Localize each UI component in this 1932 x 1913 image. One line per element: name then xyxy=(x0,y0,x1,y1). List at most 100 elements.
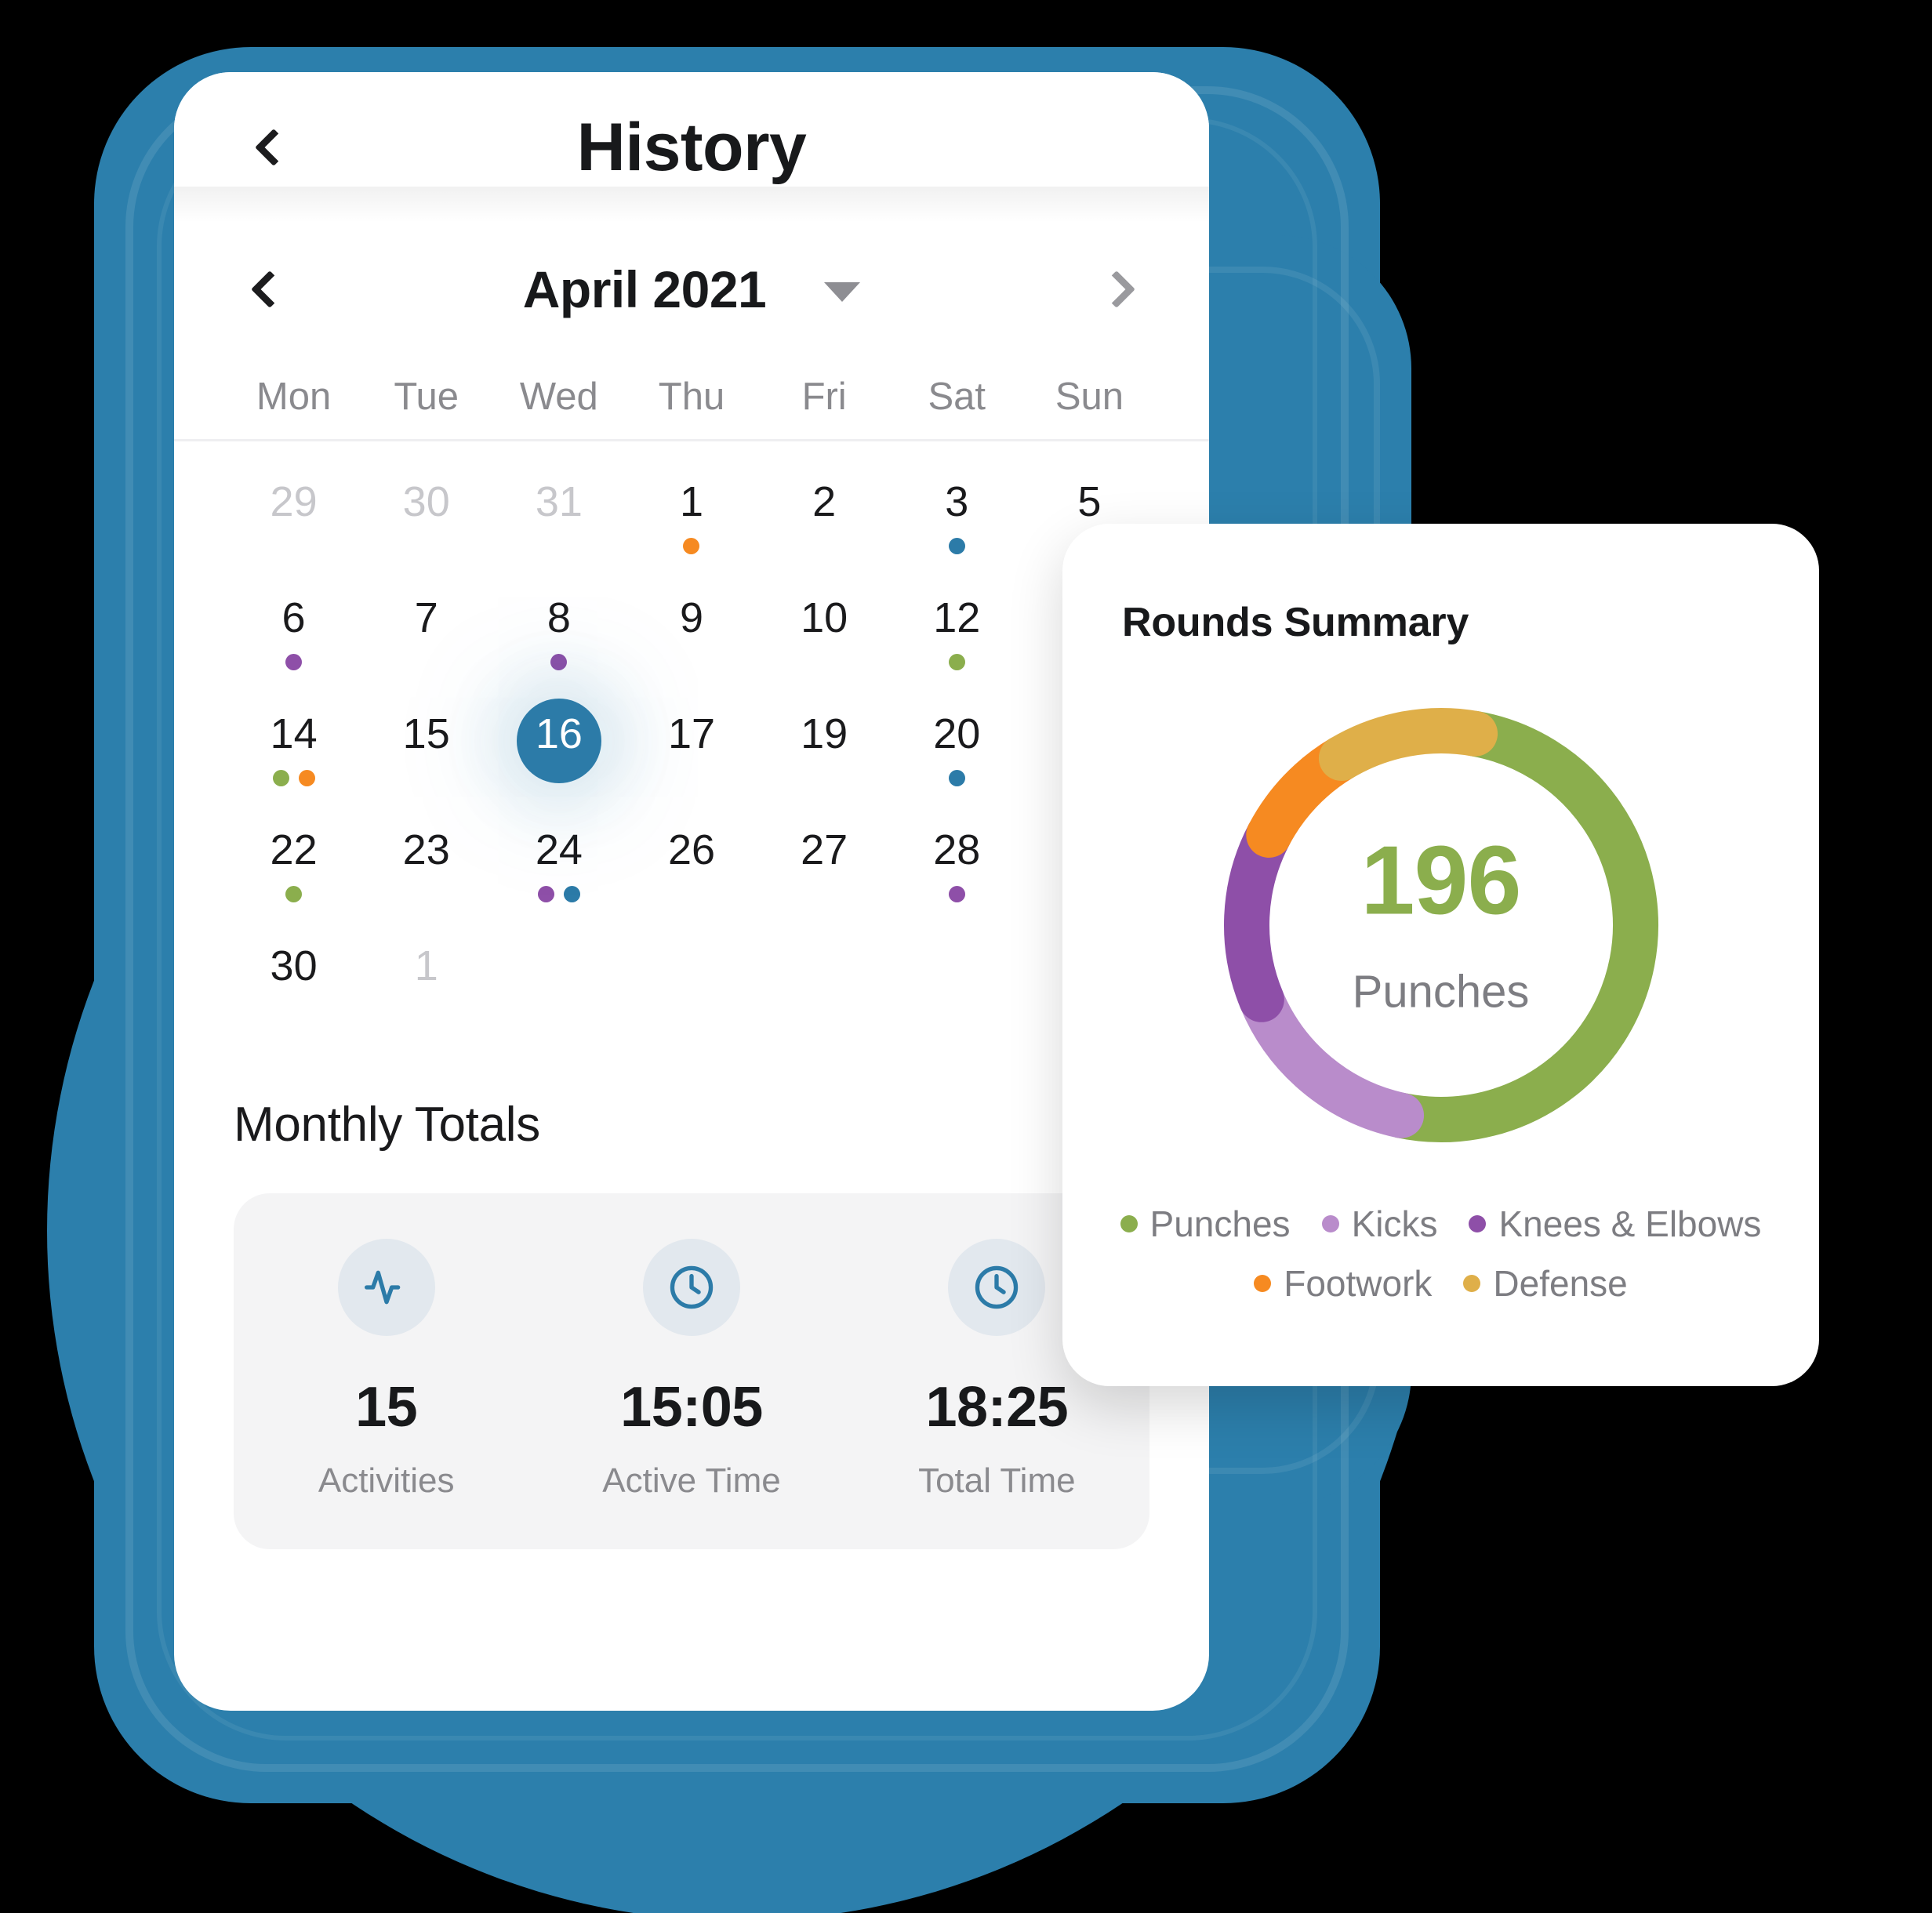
calendar-day-1[interactable]: 1 xyxy=(625,460,757,576)
calendar-day-31[interactable]: 31 xyxy=(492,460,625,576)
calendar-day-28[interactable]: 28 xyxy=(891,808,1023,924)
calendar-day-15[interactable]: 15 xyxy=(360,692,492,808)
donut-segment-knees-elbows xyxy=(1223,811,1291,1022)
calendar-day-23[interactable]: 23 xyxy=(360,808,492,924)
activity-dot xyxy=(563,885,580,902)
donut-segment-defense xyxy=(1318,708,1498,782)
legend-item-kicks[interactable]: Kicks xyxy=(1321,1203,1437,1245)
weekday-thu: Thu xyxy=(658,376,725,418)
legend-color-swatch xyxy=(1254,1275,1272,1292)
legend-color-swatch xyxy=(1463,1275,1481,1292)
title-bar: History xyxy=(174,72,1209,223)
activity-dot xyxy=(683,537,700,554)
calendar-day-10[interactable]: 10 xyxy=(758,576,891,692)
clock-icon xyxy=(642,1239,740,1336)
previous-month-button[interactable] xyxy=(232,256,300,323)
day-activity-dots xyxy=(948,537,965,554)
calendar-day-2[interactable]: 2 xyxy=(758,460,891,576)
activity-dot xyxy=(298,769,315,786)
back-button[interactable] xyxy=(235,113,304,182)
calendar-day-16[interactable]: 16 xyxy=(492,692,625,808)
legend-label: Punches xyxy=(1149,1203,1291,1244)
calendar-day-8[interactable]: 8 xyxy=(492,576,625,692)
day-number: 3 xyxy=(945,478,969,525)
calendar-day-24[interactable]: 24 xyxy=(492,808,625,924)
calendar-day-30[interactable]: 30 xyxy=(227,924,360,1040)
stat-active-time: 15:05 Active Time xyxy=(539,1239,844,1501)
day-number: 17 xyxy=(667,710,716,757)
activity-dot xyxy=(537,885,554,902)
activity-dot xyxy=(948,769,965,786)
calendar-day-30[interactable]: 30 xyxy=(360,460,492,576)
day-number: 15 xyxy=(402,710,450,757)
month-picker[interactable]: April 2021 xyxy=(523,260,861,319)
chart-legend: Punches Kicks Knees & Elbows Footwork Defen… xyxy=(1062,1203,1819,1305)
stat-value: 18:25 xyxy=(925,1376,1069,1439)
donut-segment-punches xyxy=(1378,710,1658,1142)
activity-dot xyxy=(948,537,965,554)
day-number: 27 xyxy=(801,826,848,873)
day-activity-dots xyxy=(550,653,568,670)
calendar-day-9[interactable]: 9 xyxy=(625,576,757,692)
legend-item-punches[interactable]: Punches xyxy=(1120,1203,1291,1245)
activity-dot xyxy=(550,653,568,670)
day-number: 29 xyxy=(270,478,318,525)
day-number: 2 xyxy=(812,478,837,525)
calendar-day-12[interactable]: 12 xyxy=(891,576,1023,692)
stat-label: Activities xyxy=(318,1461,455,1500)
day-number: 30 xyxy=(402,478,450,525)
screenshot-root: History April 2021 Mon Tue Wed Thu Fri Sat Sun… xyxy=(0,0,1932,1913)
calendar-day-17[interactable]: 17 xyxy=(625,692,757,808)
calendar-day-19[interactable]: 19 xyxy=(758,692,891,808)
legend-label: Footwork xyxy=(1284,1263,1433,1304)
calendar-day-20[interactable]: 20 xyxy=(891,692,1023,808)
calendar-day-27[interactable]: 27 xyxy=(758,808,891,924)
calendar-day-6[interactable]: 6 xyxy=(227,576,360,692)
date-grid: 2930311235678910121314151617192021222324… xyxy=(174,441,1209,1040)
day-number: 5 xyxy=(1077,478,1102,525)
calendar-day-7[interactable]: 7 xyxy=(360,576,492,692)
day-number: 7 xyxy=(414,594,438,641)
rounds-summary-card: Rounds Summary 196 Punches Punches Kicks K… xyxy=(1062,524,1819,1386)
clock-icon xyxy=(948,1239,1046,1336)
month-navigation: April 2021 xyxy=(174,223,1209,356)
day-activity-dots xyxy=(948,885,965,902)
rounds-donut-chart: 196 Punches xyxy=(1198,682,1684,1168)
day-number: 9 xyxy=(679,594,704,641)
activity-dot xyxy=(285,653,303,670)
activity-dot xyxy=(948,885,965,902)
calendar-day-29[interactable]: 29 xyxy=(227,460,360,576)
stat-label: Total Time xyxy=(918,1461,1076,1500)
legend-item-defense[interactable]: Defense xyxy=(1463,1262,1628,1305)
calendar-day-3[interactable]: 3 xyxy=(891,460,1023,576)
chevron-right-icon xyxy=(1097,270,1136,309)
calendar-day-26[interactable]: 26 xyxy=(625,808,757,924)
legend-color-swatch xyxy=(1469,1215,1487,1232)
day-number: 1 xyxy=(679,478,704,525)
day-number: 26 xyxy=(667,826,716,873)
day-activity-dots xyxy=(272,769,315,786)
page-title: History xyxy=(576,109,807,185)
day-activity-dots xyxy=(948,769,965,786)
legend-row-secondary: Footwork Defense xyxy=(1095,1262,1786,1305)
legend-color-swatch xyxy=(1120,1215,1138,1232)
weekday-header: Mon Tue Wed Thu Fri Sat Sun xyxy=(174,356,1209,441)
legend-item-knees-elbows[interactable]: Knees & Elbows xyxy=(1469,1203,1761,1245)
stat-value: 15 xyxy=(355,1376,418,1439)
chevron-down-icon[interactable] xyxy=(824,281,861,302)
stat-activities: 15 Activities xyxy=(234,1239,539,1501)
day-number: 16 xyxy=(535,710,583,757)
calendar-day-1[interactable]: 1 xyxy=(360,924,492,1040)
legend-row-primary: Punches Kicks Knees & Elbows xyxy=(1095,1203,1786,1245)
weekday-fri: Fri xyxy=(801,376,847,418)
legend-item-footwork[interactable]: Footwork xyxy=(1254,1262,1432,1305)
calendar-day-22[interactable]: 22 xyxy=(227,808,360,924)
weekday-sat: Sat xyxy=(928,376,986,418)
next-month-button[interactable] xyxy=(1087,256,1154,323)
day-activity-dots xyxy=(285,653,303,670)
calendar-day-14[interactable]: 14 xyxy=(227,692,360,808)
chevron-left-icon xyxy=(254,128,293,167)
weekday-wed: Wed xyxy=(519,376,598,418)
day-number: 24 xyxy=(535,826,583,873)
weekday-sun: Sun xyxy=(1055,376,1124,418)
